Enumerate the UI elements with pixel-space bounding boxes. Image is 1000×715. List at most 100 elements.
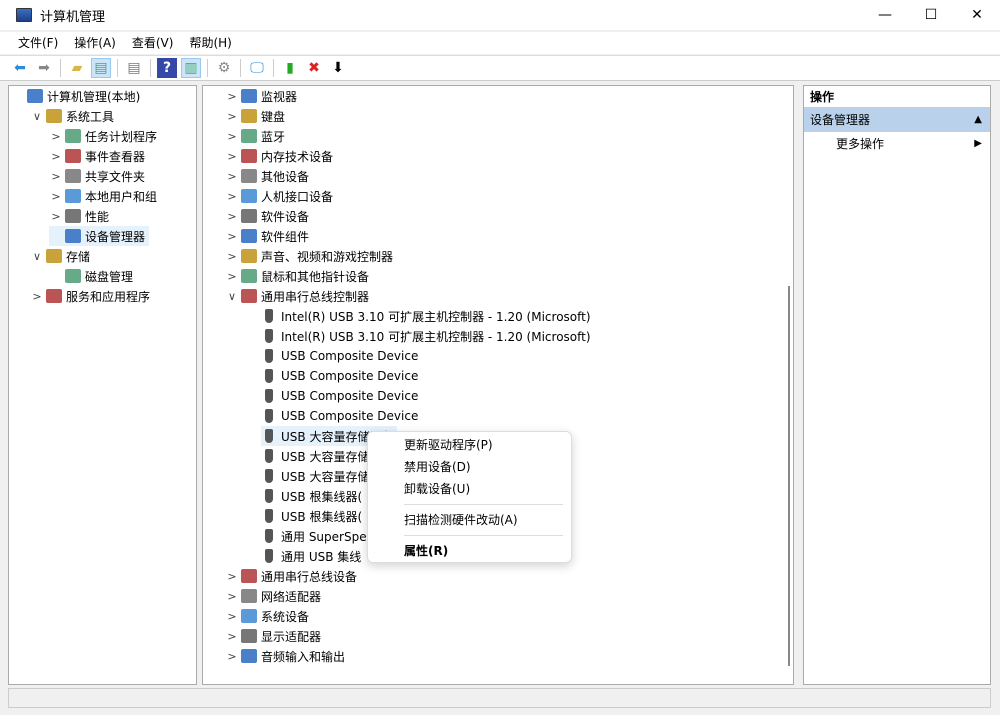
- tree-item[interactable]: 设备管理器: [49, 226, 150, 246]
- tree-item[interactable]: ∨ 存储: [30, 246, 90, 266]
- expand-chevron-icon[interactable]: ∨: [30, 250, 44, 263]
- tree-item[interactable]: 磁盘管理: [49, 266, 133, 286]
- help-icon[interactable]: ?: [157, 58, 177, 78]
- minimize-button[interactable]: —: [862, 0, 908, 30]
- device-item[interactable]: Intel(R) USB 3.10 可扩展主机控制器 - 1.20 (Micro…: [261, 326, 595, 346]
- menu-file[interactable]: 文件(F): [10, 32, 66, 54]
- device-category[interactable]: > 系统设备: [225, 606, 309, 626]
- tree-item[interactable]: > 共享文件夹: [49, 166, 145, 186]
- device-category[interactable]: > 显示适配器: [225, 626, 321, 646]
- properties-icon[interactable]: ▤: [124, 58, 144, 78]
- expand-chevron-icon[interactable]: >: [225, 590, 239, 603]
- device-item[interactable]: USB 根集线器(: [261, 506, 366, 526]
- category-label: 声音、视频和游戏控制器: [261, 249, 394, 264]
- vertical-scrollbar[interactable]: [788, 286, 790, 666]
- expand-chevron-icon[interactable]: ∨: [225, 290, 239, 303]
- close-button[interactable]: ✕: [954, 0, 1000, 30]
- device-category[interactable]: > 声音、视频和游戏控制器: [225, 246, 393, 266]
- expand-chevron-icon[interactable]: >: [225, 250, 239, 263]
- expand-chevron-icon[interactable]: >: [225, 650, 239, 663]
- expand-chevron-icon[interactable]: >: [30, 290, 44, 303]
- expand-chevron-icon[interactable]: >: [225, 270, 239, 283]
- more-actions-item[interactable]: 更多操作 ▶: [804, 132, 990, 156]
- device-category[interactable]: > 蓝牙: [225, 126, 285, 146]
- expand-chevron-icon[interactable]: >: [225, 630, 239, 643]
- expand-chevron-icon[interactable]: >: [225, 170, 239, 183]
- device-category[interactable]: > 通用串行总线设备: [225, 566, 357, 586]
- device-item[interactable]: Intel(R) USB 3.10 可扩展主机控制器 - 1.20 (Micro…: [261, 306, 595, 326]
- device-item[interactable]: USB Composite Device: [261, 346, 422, 366]
- menu-action[interactable]: 操作(A): [66, 32, 124, 54]
- section-label: 设备管理器: [810, 113, 871, 127]
- tree-item[interactable]: 计算机管理(本地): [11, 86, 140, 106]
- device-item[interactable]: USB Composite Device: [261, 406, 422, 426]
- device-category[interactable]: > 其他设备: [225, 166, 309, 186]
- device-category[interactable]: > 软件设备: [225, 206, 309, 226]
- menu-item-properties[interactable]: 属性(R): [368, 540, 571, 562]
- menu-item-disable-device[interactable]: 禁用设备(D): [368, 456, 571, 478]
- device-category[interactable]: > 监视器: [225, 86, 297, 106]
- maximize-button[interactable]: ☐: [908, 0, 954, 30]
- device-item[interactable]: 通用 SuperSpe: [261, 526, 371, 546]
- update-driver-icon[interactable]: ⚙: [214, 58, 234, 78]
- menu-help[interactable]: 帮助(H): [181, 32, 239, 54]
- menu-item-update-driver[interactable]: 更新驱动程序(P): [368, 434, 571, 456]
- disable-device-icon[interactable]: ⬇: [328, 58, 348, 78]
- show-action-pane-icon[interactable]: ▥: [181, 58, 201, 78]
- tree-item[interactable]: > 事件查看器: [49, 146, 145, 166]
- node-icon: [46, 289, 62, 303]
- tree-item[interactable]: > 服务和应用程序: [30, 286, 150, 306]
- device-item[interactable]: USB Composite Device: [261, 366, 422, 386]
- actions-section-device-manager[interactable]: 设备管理器 ▲: [804, 108, 990, 132]
- expand-chevron-icon[interactable]: >: [225, 210, 239, 223]
- category-label: 软件设备: [261, 209, 310, 224]
- scan-hardware-icon[interactable]: 🖵: [247, 58, 267, 78]
- device-tree: > 监视器 > 键盘 > 蓝牙 > 内存技术设备 > 其他设备 > 人机接口设备 > 软件设备 > 软件组件 >…: [202, 85, 794, 685]
- device-item[interactable]: USB 根集线器(: [261, 486, 366, 506]
- expand-chevron-icon[interactable]: >: [49, 150, 63, 163]
- device-item[interactable]: USB Composite Device: [261, 386, 422, 406]
- category-label: 鼠标和其他指针设备: [261, 269, 370, 284]
- device-category[interactable]: > 软件组件: [225, 226, 309, 246]
- device-item[interactable]: 通用 USB 集线: [261, 546, 365, 566]
- arrow-left-icon[interactable]: ⬅: [10, 58, 30, 78]
- expand-chevron-icon[interactable]: >: [225, 90, 239, 103]
- expand-chevron-icon[interactable]: >: [225, 570, 239, 583]
- expand-chevron-icon[interactable]: >: [49, 210, 63, 223]
- usb-icon: [265, 349, 273, 363]
- menu-view[interactable]: 查看(V): [124, 32, 182, 54]
- device-category[interactable]: ∨ 通用串行总线控制器: [225, 286, 369, 306]
- folder-up-icon[interactable]: ▰: [67, 58, 87, 78]
- device-category[interactable]: > 键盘: [225, 106, 285, 126]
- context-menu: 更新驱动程序(P) 禁用设备(D) 卸载设备(U) 扫描检测硬件改动(A) 属性…: [367, 431, 572, 563]
- device-category[interactable]: > 内存技术设备: [225, 146, 333, 166]
- expand-chevron-icon[interactable]: >: [225, 130, 239, 143]
- expand-chevron-icon[interactable]: >: [49, 170, 63, 183]
- device-label: Intel(R) USB 3.10 可扩展主机控制器 - 1.20 (Micro…: [281, 329, 591, 344]
- uninstall-device-icon[interactable]: ✖: [304, 58, 324, 78]
- submenu-arrow-icon: ▶: [974, 138, 982, 149]
- device-category[interactable]: > 音频输入和输出: [225, 646, 345, 666]
- device-category[interactable]: > 鼠标和其他指针设备: [225, 266, 369, 286]
- tree-item[interactable]: > 本地用户和组: [49, 186, 157, 206]
- expand-chevron-icon[interactable]: >: [49, 130, 63, 143]
- menu-item-scan-hardware[interactable]: 扫描检测硬件改动(A): [368, 509, 571, 531]
- expand-chevron-icon[interactable]: >: [225, 190, 239, 203]
- tree-item[interactable]: > 性能: [49, 206, 109, 226]
- arrow-right-icon[interactable]: ➡: [34, 58, 54, 78]
- device-category[interactable]: > 人机接口设备: [225, 186, 333, 206]
- expand-chevron-icon[interactable]: >: [225, 150, 239, 163]
- enable-device-icon[interactable]: ▮: [280, 58, 300, 78]
- expand-chevron-icon[interactable]: >: [225, 230, 239, 243]
- menu-item-uninstall-device[interactable]: 卸载设备(U): [368, 478, 571, 500]
- usb-icon: [265, 409, 273, 423]
- device-category[interactable]: > 网络适配器: [225, 586, 321, 606]
- expand-chevron-icon[interactable]: ∨: [30, 110, 44, 123]
- tree-item[interactable]: > 任务计划程序: [49, 126, 157, 146]
- show-hide-tree-icon[interactable]: ▤: [91, 58, 111, 78]
- window-title: 计算机管理: [40, 9, 106, 25]
- expand-chevron-icon[interactable]: >: [49, 190, 63, 203]
- tree-item[interactable]: ∨ 系统工具: [30, 106, 114, 126]
- expand-chevron-icon[interactable]: >: [225, 110, 239, 123]
- expand-chevron-icon[interactable]: >: [225, 610, 239, 623]
